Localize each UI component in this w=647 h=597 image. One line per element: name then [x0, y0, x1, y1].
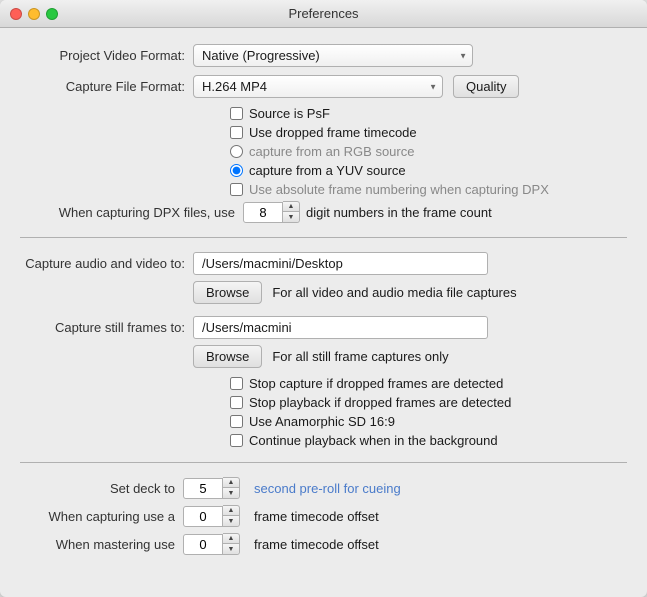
browse-audio-video-button[interactable]: Browse	[193, 281, 262, 304]
when-mastering-input[interactable]	[183, 534, 223, 555]
when-mastering-row: When mastering use ▲ ▼ frame timecode of…	[20, 533, 627, 555]
absolute-frame-label: Use absolute frame numbering when captur…	[249, 182, 549, 197]
capture-yuv-label: capture from a YUV source	[249, 163, 406, 178]
capture-still-frames-input[interactable]	[193, 316, 488, 339]
for-all-video-label: For all video and audio media file captu…	[272, 285, 516, 300]
when-capturing-suffix-label: frame timecode offset	[254, 509, 379, 524]
when-capturing-dpx-label: When capturing DPX files, use	[20, 205, 235, 220]
continue-playback-checkbox[interactable]	[230, 434, 243, 447]
when-capturing-up-button[interactable]: ▲	[223, 506, 239, 516]
window-title: Preferences	[288, 6, 358, 21]
dpx-digit-stepper: ▲ ▼	[243, 201, 300, 223]
stop-capture-label: Stop capture if dropped frames are detec…	[249, 376, 503, 391]
when-mastering-stepper: ▲ ▼	[183, 533, 240, 555]
absolute-frame-row: Use absolute frame numbering when captur…	[230, 182, 627, 197]
when-capturing-row: When capturing use a ▲ ▼ frame timecode …	[20, 505, 627, 527]
continue-playback-row: Continue playback when in the background	[230, 433, 627, 448]
when-mastering-up-button[interactable]: ▲	[223, 534, 239, 544]
absolute-frame-checkbox[interactable]	[230, 183, 243, 196]
when-mastering-label: When mastering use	[20, 537, 175, 552]
capture-rgb-label: capture from an RGB source	[249, 144, 414, 159]
dpx-digit-suffix-label: digit numbers in the frame count	[306, 205, 492, 220]
divider-1	[20, 237, 627, 238]
bottom-checkboxes: Stop capture if dropped frames are detec…	[230, 376, 627, 448]
capture-audio-video-row: Capture audio and video to:	[20, 252, 627, 275]
project-video-format-row: Project Video Format: Native (Progressiv…	[20, 44, 627, 67]
when-capturing-input[interactable]	[183, 506, 223, 527]
when-capturing-stepper-buttons: ▲ ▼	[223, 505, 240, 527]
anamorphic-label: Use Anamorphic SD 16:9	[249, 414, 395, 429]
stop-capture-row: Stop capture if dropped frames are detec…	[230, 376, 627, 391]
dpx-digit-stepper-buttons: ▲ ▼	[283, 201, 300, 223]
browse-audio-video-row: Browse For all video and audio media fil…	[193, 281, 627, 304]
minimize-button[interactable]	[28, 8, 40, 20]
window-controls	[10, 8, 58, 20]
divider-2	[20, 462, 627, 463]
set-deck-stepper: ▲ ▼	[183, 477, 240, 499]
when-mastering-stepper-buttons: ▲ ▼	[223, 533, 240, 555]
stop-playback-label: Stop playback if dropped frames are dete…	[249, 395, 511, 410]
set-deck-up-button[interactable]: ▲	[223, 478, 239, 488]
set-deck-stepper-buttons: ▲ ▼	[223, 477, 240, 499]
capture-audio-video-input[interactable]	[193, 252, 488, 275]
anamorphic-checkbox[interactable]	[230, 415, 243, 428]
anamorphic-row: Use Anamorphic SD 16:9	[230, 414, 627, 429]
when-mastering-down-button[interactable]: ▼	[223, 544, 239, 554]
set-deck-row: Set deck to ▲ ▼ second pre-roll for cuei…	[20, 477, 627, 499]
when-mastering-suffix-label: frame timecode offset	[254, 537, 379, 552]
capture-still-frames-label: Capture still frames to:	[20, 320, 185, 335]
for-all-still-label: For all still frame captures only	[272, 349, 448, 364]
close-button[interactable]	[10, 8, 22, 20]
continue-playback-label: Continue playback when in the background	[249, 433, 498, 448]
set-deck-down-button[interactable]: ▼	[223, 488, 239, 498]
dpx-digit-input[interactable]	[243, 202, 283, 223]
dpx-digit-row: When capturing DPX files, use ▲ ▼ digit …	[20, 201, 627, 223]
source-psf-label: Source is PsF	[249, 106, 330, 121]
preferences-content: Project Video Format: Native (Progressiv…	[0, 28, 647, 581]
stop-capture-checkbox[interactable]	[230, 377, 243, 390]
quality-button[interactable]: Quality	[453, 75, 519, 98]
set-deck-input[interactable]	[183, 478, 223, 499]
browse-still-frames-row: Browse For all still frame captures only	[193, 345, 627, 368]
set-deck-suffix-label: second pre-roll for cueing	[254, 481, 401, 496]
project-video-format-label: Project Video Format:	[20, 48, 185, 63]
capture-file-format-dropdown-wrap: H.264 MP4	[193, 75, 443, 98]
source-psf-row: Source is PsF	[230, 106, 627, 121]
set-deck-label: Set deck to	[20, 481, 175, 496]
stop-playback-row: Stop playback if dropped frames are dete…	[230, 395, 627, 410]
capture-rgb-row: capture from an RGB source	[230, 144, 627, 159]
source-psf-checkbox[interactable]	[230, 107, 243, 120]
capture-file-format-row: Capture File Format: H.264 MP4 Quality	[20, 75, 627, 98]
titlebar: Preferences	[0, 0, 647, 28]
maximize-button[interactable]	[46, 8, 58, 20]
capture-yuv-radio[interactable]	[230, 164, 243, 177]
dropped-frame-timecode-checkbox[interactable]	[230, 126, 243, 139]
project-video-format-dropdown-wrap: Native (Progressive)	[193, 44, 473, 67]
capture-yuv-row: capture from a YUV source	[230, 163, 627, 178]
project-video-format-dropdown[interactable]: Native (Progressive)	[193, 44, 473, 67]
capture-still-frames-row: Capture still frames to:	[20, 316, 627, 339]
capture-file-format-dropdown[interactable]: H.264 MP4	[193, 75, 443, 98]
dpx-digit-down-button[interactable]: ▼	[283, 212, 299, 222]
dropped-frame-timecode-label: Use dropped frame timecode	[249, 125, 417, 140]
stop-playback-checkbox[interactable]	[230, 396, 243, 409]
dpx-digit-up-button[interactable]: ▲	[283, 202, 299, 212]
capture-file-format-label: Capture File Format:	[20, 79, 185, 94]
checkboxes-block: Source is PsF Use dropped frame timecode…	[230, 106, 627, 197]
when-capturing-down-button[interactable]: ▼	[223, 516, 239, 526]
browse-still-frames-button[interactable]: Browse	[193, 345, 262, 368]
capture-audio-video-label: Capture audio and video to:	[20, 256, 185, 271]
dropped-frame-timecode-row: Use dropped frame timecode	[230, 125, 627, 140]
preferences-window: Preferences Project Video Format: Native…	[0, 0, 647, 597]
when-capturing-label: When capturing use a	[20, 509, 175, 524]
capture-rgb-radio[interactable]	[230, 145, 243, 158]
when-capturing-stepper: ▲ ▼	[183, 505, 240, 527]
